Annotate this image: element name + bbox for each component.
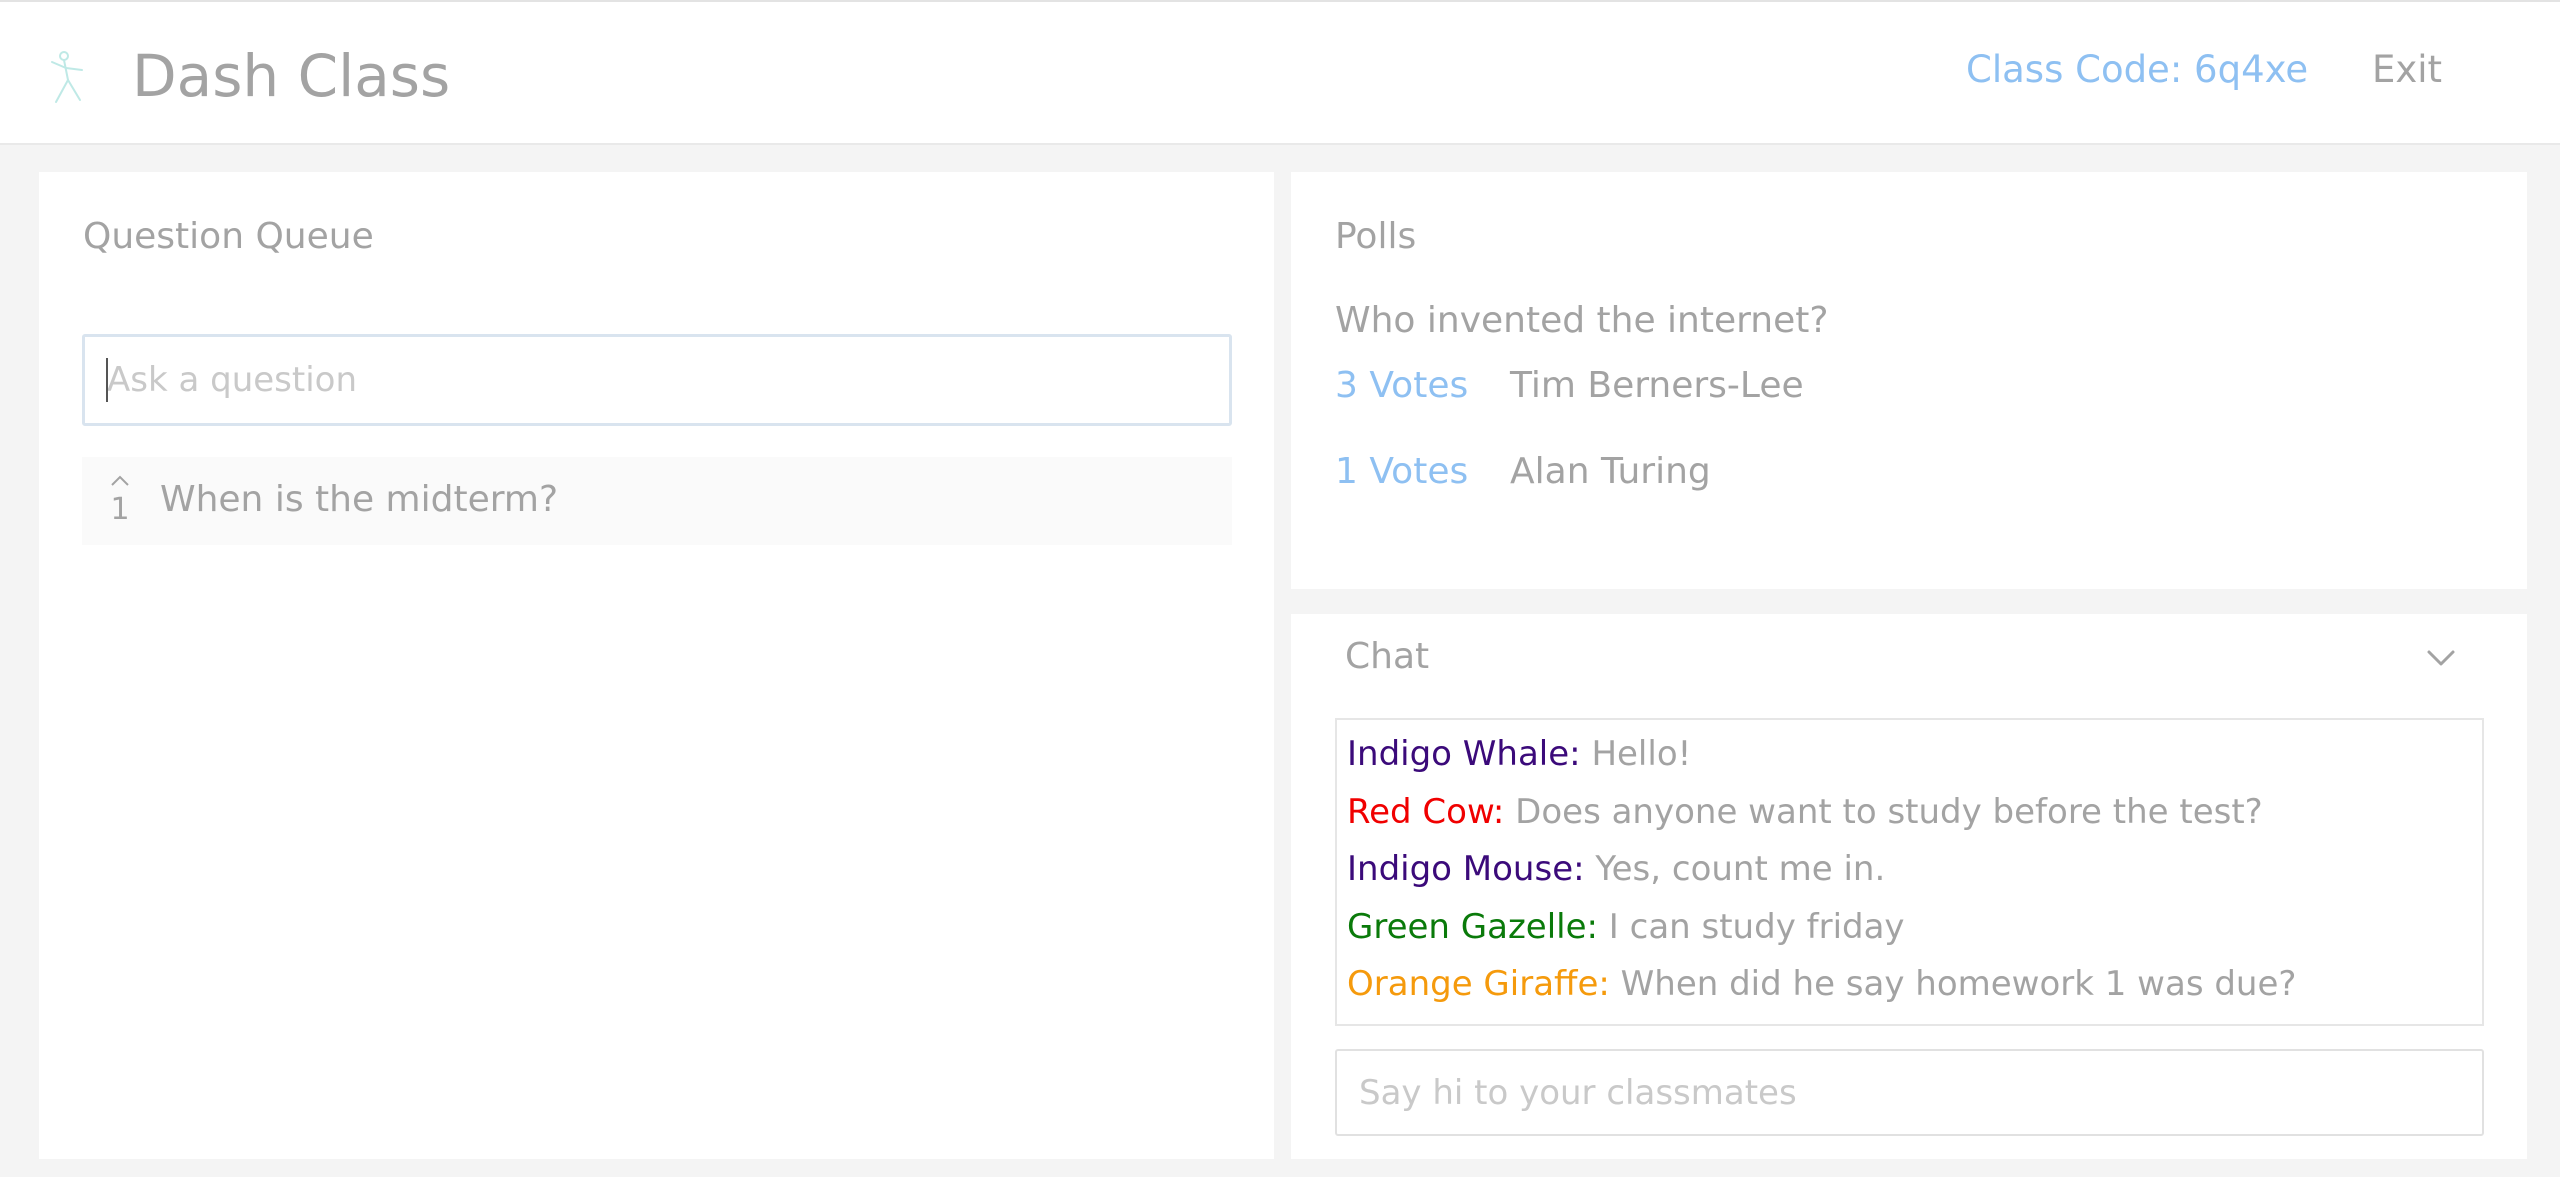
- chat-author: Indigo Mouse:: [1347, 849, 1585, 889]
- chat-title: Chat: [1345, 636, 1430, 677]
- chat-text: When did he say homework 1 was due?: [1620, 964, 2297, 1004]
- poll-option[interactable]: 1 Votes Alan Turing: [1335, 448, 1711, 496]
- chat-text: Does anyone want to study before the tes…: [1515, 791, 2263, 832]
- question-queue-panel: Question Queue 1 When is the midterm?: [39, 172, 1274, 1159]
- chat-text: I can study friday: [1608, 906, 1905, 947]
- chat-message-log[interactable]: Indigo Whale: Hello! Red Cow: Does anyon…: [1335, 718, 2484, 1026]
- chat-message: Indigo Whale: Hello!: [1347, 726, 2472, 784]
- chat-message: Orange Giraffe: When did he say homework…: [1347, 956, 2472, 1014]
- chat-author: Indigo Whale:: [1347, 734, 1581, 774]
- chat-message: Red Cow: Does anyone want to study befor…: [1347, 784, 2472, 842]
- class-code-link[interactable]: Class Code: 6q4xe: [1966, 46, 2308, 94]
- caret-up-icon: [111, 475, 129, 486]
- polls-title: Polls: [1335, 216, 1417, 257]
- chat-author: Red Cow:: [1347, 791, 1505, 832]
- top-navigation-bar: Dash Class Class Code: 6q4xe Exit: [0, 0, 2560, 145]
- question-item: 1 When is the midterm?: [82, 457, 1232, 545]
- question-text: When is the midterm?: [160, 479, 559, 520]
- ask-question-input[interactable]: [82, 334, 1232, 426]
- exit-button[interactable]: Exit: [2372, 46, 2442, 94]
- chat-message: Green Gazelle: I can study friday: [1347, 899, 2472, 957]
- chat-panel: Chat Indigo Whale: Hello! Red Cow: Does …: [1291, 614, 2527, 1159]
- poll-question: Who invented the internet?: [1335, 300, 1829, 341]
- poll-option-label: Alan Turing: [1510, 451, 1711, 492]
- chat-author: Orange Giraffe:: [1347, 964, 1610, 1004]
- upvote-button[interactable]: 1: [106, 471, 134, 529]
- chat-message: Indigo Mouse: Yes, count me in.: [1347, 841, 2472, 899]
- text-cursor: [106, 358, 108, 402]
- polls-panel: Polls Who invented the internet? 3 Votes…: [1291, 172, 2527, 589]
- upvote-count: 1: [110, 492, 130, 527]
- stick-figure-logo-icon: [51, 51, 83, 103]
- chat-text: Hello!: [1591, 734, 1692, 774]
- chat-text: Yes, count me in.: [1595, 849, 1886, 889]
- poll-vote-count: 1 Votes: [1335, 451, 1469, 492]
- chat-message-input[interactable]: [1335, 1049, 2484, 1136]
- chevron-down-icon[interactable]: [2419, 636, 2463, 680]
- chat-author: Green Gazelle:: [1347, 906, 1598, 947]
- app-title: Dash Class: [132, 42, 451, 110]
- question-queue-title: Question Queue: [83, 216, 374, 257]
- poll-vote-count: 3 Votes: [1335, 365, 1469, 406]
- poll-option[interactable]: 3 Votes Tim Berners-Lee: [1335, 362, 1804, 410]
- poll-option-label: Tim Berners-Lee: [1510, 365, 1804, 406]
